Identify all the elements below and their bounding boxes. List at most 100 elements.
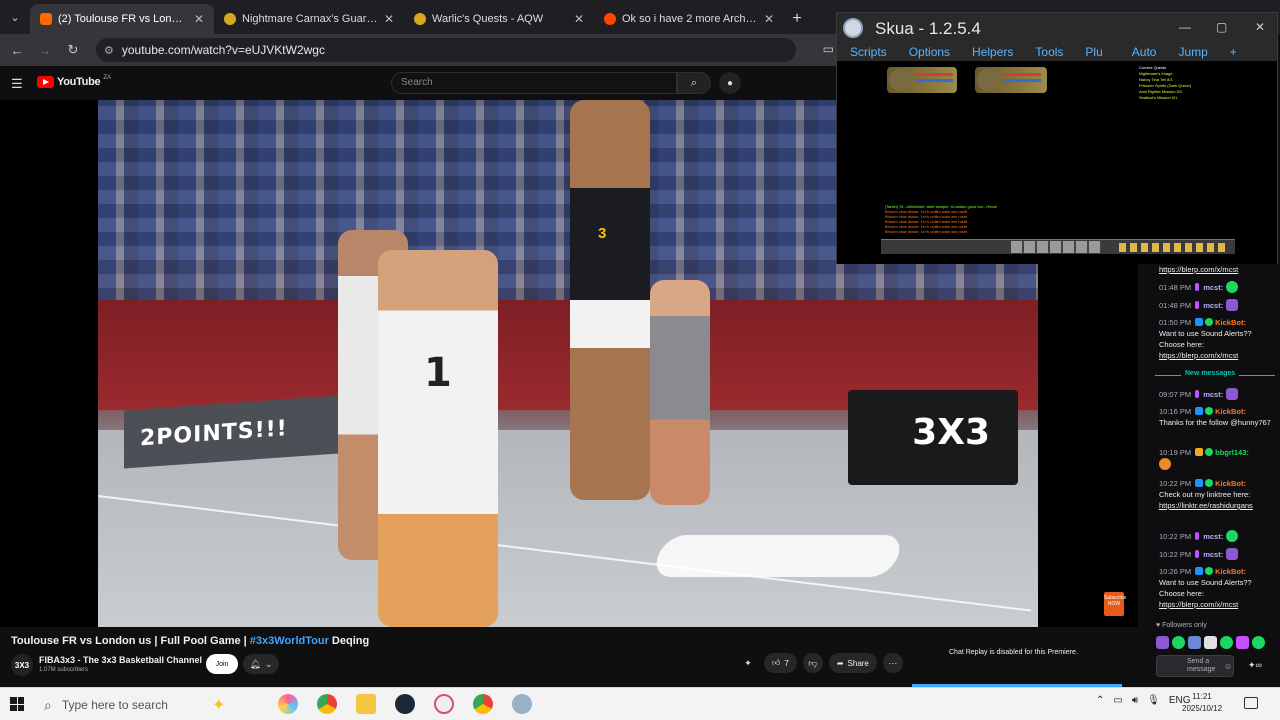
menu-plugins[interactable]: Plu [1072, 45, 1118, 59]
target-hud [975, 67, 1047, 93]
subscribed-bell-button[interactable]: 🔔︎ ⌄ [243, 654, 279, 674]
emote-icon[interactable] [1220, 636, 1233, 649]
notification-icon[interactable] [1244, 697, 1258, 709]
chat-username[interactable]: mcst: [1203, 301, 1223, 310]
new-tab-button[interactable]: + [784, 4, 810, 34]
more-actions-button[interactable]: ⋯ [882, 653, 903, 673]
reload-button[interactable]: ↻ [62, 39, 84, 61]
chevron-up-icon[interactable]: ⌃ [1096, 695, 1104, 706]
forward-button[interactable]: → [34, 39, 56, 61]
skua-titlebar[interactable]: Skua - 1.2.5.4 — ▢ ✕ [837, 13, 1277, 43]
chat-time: 01:48 PM [1159, 301, 1192, 310]
chat-message-input[interactable]: Send a message [1156, 655, 1234, 677]
tab-search-icon[interactable]: ⌄ [0, 0, 30, 34]
tab-youtube[interactable]: (2) Toulouse FR vs London us ✕ [30, 4, 214, 34]
dislike-button[interactable]: 👎︎ [802, 653, 823, 673]
bits-icon[interactable]: ✦∞ [1248, 660, 1262, 671]
gamepad-icon[interactable]: ✦ [738, 653, 758, 673]
emote-icon[interactable] [1252, 636, 1265, 649]
overlay-text: 2POINTS!!! [140, 415, 288, 451]
emote-icon[interactable] [1204, 636, 1217, 649]
chat-username[interactable]: KickBot: [1215, 567, 1246, 576]
chat-username[interactable]: mcst: [1203, 283, 1223, 292]
like-button[interactable]: 👍︎ 7 [764, 653, 797, 673]
chat-username[interactable]: KickBot: [1215, 479, 1246, 488]
site-info-icon[interactable]: ⚙ [104, 44, 114, 57]
chat-username[interactable]: mcst: [1203, 390, 1223, 399]
chat-username[interactable]: mcst: [1203, 532, 1223, 541]
youtube-logo[interactable]: YouTube ZA [37, 75, 111, 88]
chat-link[interactable]: https://blerp.com/x/mcst [1159, 351, 1238, 360]
menu-jump[interactable]: Jump [1165, 45, 1216, 59]
skua-window: Skua - 1.2.5.4 — ▢ ✕ Scripts Options Hel… [836, 12, 1278, 264]
chrome-app-icon[interactable] [473, 694, 493, 714]
windows-taskbar: ⌕ Type here to search ✦ ⌃ ▭ 🔊︎ 🎙︎ ENG 11… [0, 687, 1280, 720]
menu-scripts[interactable]: Scripts [837, 45, 896, 59]
tab-reddit[interactable]: Ok so i have 2 more ArchMage ✕ [594, 4, 784, 34]
menu-helpers[interactable]: Helpers [959, 45, 1022, 59]
close-tab-icon[interactable]: ✕ [194, 12, 204, 26]
menu-icon[interactable]: ☰ [11, 76, 23, 92]
search-highlight-icon[interactable]: ✦ [212, 695, 225, 715]
close-icon[interactable]: ✕ [1255, 20, 1265, 34]
menu-options[interactable]: Options [896, 45, 959, 59]
search-input[interactable]: Search [391, 72, 677, 94]
chat-link[interactable]: https://blerp.com/x/mcst [1159, 600, 1238, 609]
chat-link[interactable]: https://blerp.com/x/mcst [1159, 265, 1238, 274]
badge-icon [1205, 567, 1214, 575]
share-button[interactable]: ➦ Share [828, 653, 877, 673]
channel-avatar[interactable]: 3X3 [11, 654, 33, 676]
close-tab-icon[interactable]: ✕ [764, 12, 774, 26]
skill-slots[interactable] [1011, 241, 1101, 253]
search-button[interactable]: ⌕ [677, 72, 711, 94]
volume-icon[interactable]: 🔊︎ [1132, 695, 1138, 706]
maximize-icon[interactable]: ▢ [1216, 20, 1227, 34]
emote-picker-icon[interactable]: ☺ [1224, 662, 1232, 671]
copilot-app-icon[interactable] [278, 694, 298, 714]
chat-username[interactable]: mcst: [1203, 550, 1223, 559]
game-action-bar[interactable] [881, 239, 1235, 254]
close-tab-icon[interactable]: ✕ [574, 12, 584, 26]
emote-icon[interactable] [1188, 636, 1201, 649]
chat-username[interactable]: KickBot: [1215, 407, 1246, 416]
tab-nightmare-carnax[interactable]: Nightmare Carnax's Guardians ✕ [214, 4, 404, 34]
close-tab-icon[interactable]: ✕ [384, 12, 394, 26]
address-bar[interactable]: ⚙ youtube.com/watch?v=eUJVKtW2wgc [96, 38, 796, 62]
voice-search-button[interactable]: ● [719, 72, 741, 94]
subscribe-watermark[interactable]: Subscribe NOW [1104, 592, 1126, 616]
hashtag-link[interactable]: #3x3WorldTour [250, 635, 329, 647]
network-icon[interactable]: ▭ [1113, 695, 1122, 706]
emote-icon[interactable] [1172, 636, 1185, 649]
add-menu-button[interactable]: + [1217, 45, 1246, 59]
taskbar-search[interactable]: ⌕ Type here to search [40, 693, 240, 717]
menu-icons[interactable] [1119, 243, 1229, 252]
paint-app-icon[interactable] [434, 694, 454, 714]
youtube-favicon-icon [40, 13, 52, 25]
menu-auto[interactable]: Auto [1119, 45, 1166, 59]
chat-username[interactable]: KickBot: [1215, 318, 1246, 327]
emote-icon[interactable] [1236, 636, 1249, 649]
join-button[interactable]: Join [206, 654, 238, 674]
cast-icon[interactable]: ▭ [823, 42, 834, 56]
tab-warlics-quests[interactable]: Warlic's Quests - AQW ✕ [404, 4, 594, 34]
windows-start-icon[interactable] [10, 697, 24, 711]
emote-icon [1226, 281, 1239, 293]
skua-app-icon[interactable] [512, 694, 532, 714]
taskbar-clock[interactable]: 11:21 2025/10/12 [1182, 691, 1222, 715]
chat-message: 10:26 PM KickBot: Want to use Sound Alert… [1159, 566, 1277, 610]
steam-app-icon[interactable] [395, 694, 415, 714]
channel-name[interactable]: FIBA3x3 - The 3x3 Basketball Channel [39, 655, 202, 665]
jersey-number: 3 [598, 225, 607, 242]
game-viewport[interactable]: Current Quests Nightmare's Image Nancy T… [837, 61, 1277, 264]
youtube-play-icon [37, 76, 54, 88]
microphone-icon[interactable]: 🎙︎ [1147, 695, 1160, 706]
chrome-app-icon[interactable] [317, 694, 337, 714]
emote-icon[interactable] [1156, 636, 1169, 649]
chat-username[interactable]: bbgrl143: [1215, 448, 1249, 457]
back-button[interactable]: ← [6, 39, 28, 61]
menu-tools[interactable]: Tools [1022, 45, 1072, 59]
minimize-icon[interactable]: — [1179, 20, 1191, 34]
chat-link[interactable]: https://linktr.ee/rashidurgans [1159, 501, 1253, 510]
badge-icon [1195, 390, 1200, 398]
file-explorer-app-icon[interactable] [356, 694, 376, 714]
